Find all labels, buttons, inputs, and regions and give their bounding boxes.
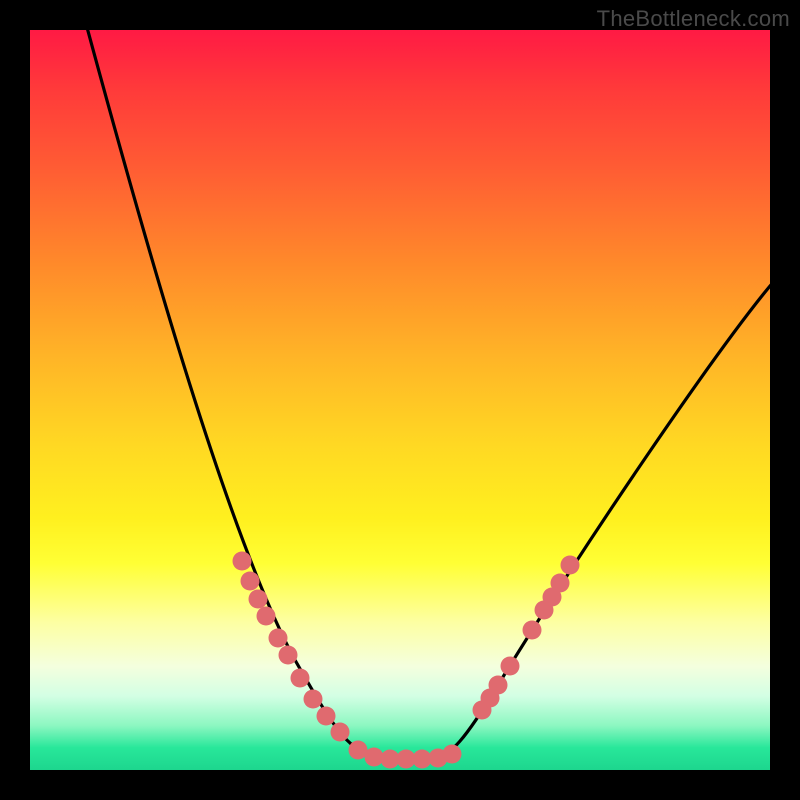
data-marker xyxy=(304,690,323,709)
data-marker xyxy=(561,556,580,575)
chart-frame: TheBottleneck.com xyxy=(0,0,800,800)
watermark-text: TheBottleneck.com xyxy=(597,6,790,32)
data-marker xyxy=(489,676,508,695)
data-marker xyxy=(551,574,570,593)
data-marker xyxy=(279,646,298,665)
data-marker xyxy=(249,590,268,609)
data-marker xyxy=(317,707,336,726)
data-marker xyxy=(331,723,350,742)
data-marker xyxy=(257,607,276,626)
markers-bottom-group xyxy=(349,741,462,769)
data-marker xyxy=(269,629,288,648)
data-marker xyxy=(443,745,462,764)
plot-area xyxy=(30,30,770,770)
data-marker xyxy=(523,621,542,640)
data-marker xyxy=(291,669,310,688)
chart-svg xyxy=(30,30,770,770)
markers-left-group xyxy=(233,552,350,742)
data-marker xyxy=(241,572,260,591)
v-curve xyxy=(85,20,775,758)
data-marker xyxy=(233,552,252,571)
data-marker xyxy=(365,748,384,767)
data-marker xyxy=(501,657,520,676)
